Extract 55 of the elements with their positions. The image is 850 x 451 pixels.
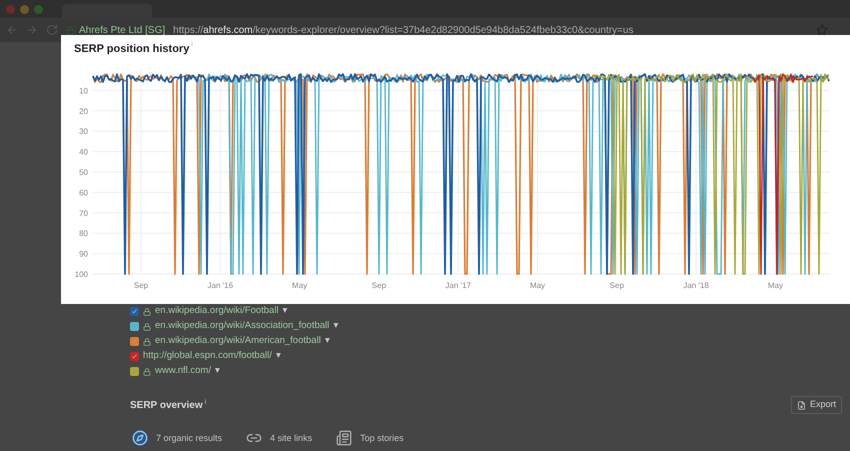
y-axis-label: 100: [74, 270, 88, 279]
dropdown-caret[interactable]: ▾: [276, 349, 281, 364]
reload-icon[interactable]: [46, 24, 58, 36]
url-link[interactable]: en.wikipedia.org/wiki/American_football: [155, 334, 321, 349]
x-axis-label: Sep: [372, 281, 386, 290]
stat-label: 4 site links: [270, 432, 312, 444]
lock-icon: [66, 26, 75, 34]
url-link[interactable]: en.wikipedia.org/wiki/Association_football: [155, 319, 330, 334]
file-icon: [796, 400, 806, 410]
dropdown-caret[interactable]: ▾: [282, 304, 288, 319]
back-icon[interactable]: [6, 24, 18, 36]
url-link[interactable]: http://global.espn.com/football/: [143, 349, 272, 364]
stat-label: 7 organic results: [156, 432, 222, 444]
bookmark-star-icon[interactable]: [816, 24, 828, 36]
y-axis-label: 30: [79, 127, 88, 136]
newspaper-icon: [336, 430, 352, 446]
checkbox[interactable]: [130, 352, 139, 361]
url-text[interactable]: https://ahrefs.com/keywords-explorer/overview?list=37b4e2d82900d5e94b8da524fbeb33c0&country=us: [173, 22, 634, 38]
x-axis-label: Jan '17: [445, 281, 471, 290]
stat-label: Top stories: [360, 432, 404, 444]
x-axis-label: Sep: [610, 281, 624, 290]
compass-icon: [132, 430, 148, 446]
modal-title: SERP position history: [74, 42, 190, 57]
x-axis-label: May: [530, 281, 546, 290]
forward-icon[interactable]: [26, 24, 38, 36]
x-axis-label: May: [292, 281, 308, 290]
url-link[interactable]: www.nfl.com/: [155, 364, 211, 379]
dropdown-caret[interactable]: ▾: [333, 319, 338, 334]
check-icon: [131, 368, 138, 375]
y-axis-label: 50: [79, 168, 88, 177]
y-axis-label: 10: [79, 86, 88, 96]
checkbox[interactable]: [130, 307, 139, 316]
check-icon: [131, 338, 138, 345]
x-axis-label: Sep: [134, 281, 148, 290]
url-link[interactable]: en.wikipedia.org/wiki/Football: [155, 304, 279, 319]
check-icon: [131, 353, 138, 360]
y-axis-label: 70: [79, 208, 88, 218]
check-icon: [131, 308, 138, 315]
checkbox[interactable]: [130, 322, 139, 331]
dropdown-caret[interactable]: ▾: [324, 334, 330, 349]
section-title: SERP overview: [130, 398, 203, 412]
y-axis-label: 60: [79, 188, 88, 198]
checkbox[interactable]: [130, 367, 139, 376]
y-axis-label: 20: [79, 106, 88, 116]
x-axis-label: Jan '18: [683, 281, 709, 290]
dropdown-caret[interactable]: ▾: [214, 364, 220, 379]
y-axis-label: 40: [79, 148, 88, 157]
checkbox[interactable]: [130, 337, 139, 346]
x-axis-label: Jan '16: [208, 281, 234, 290]
export-button[interactable]: Export: [790, 396, 842, 414]
check-icon: [131, 323, 138, 330]
site-owner: Ahrefs Pte Ltd [SG]: [79, 24, 166, 38]
x-axis-label: May: [768, 281, 783, 290]
y-axis-label: 80: [79, 229, 88, 238]
y-axis-label: 90: [79, 250, 88, 259]
